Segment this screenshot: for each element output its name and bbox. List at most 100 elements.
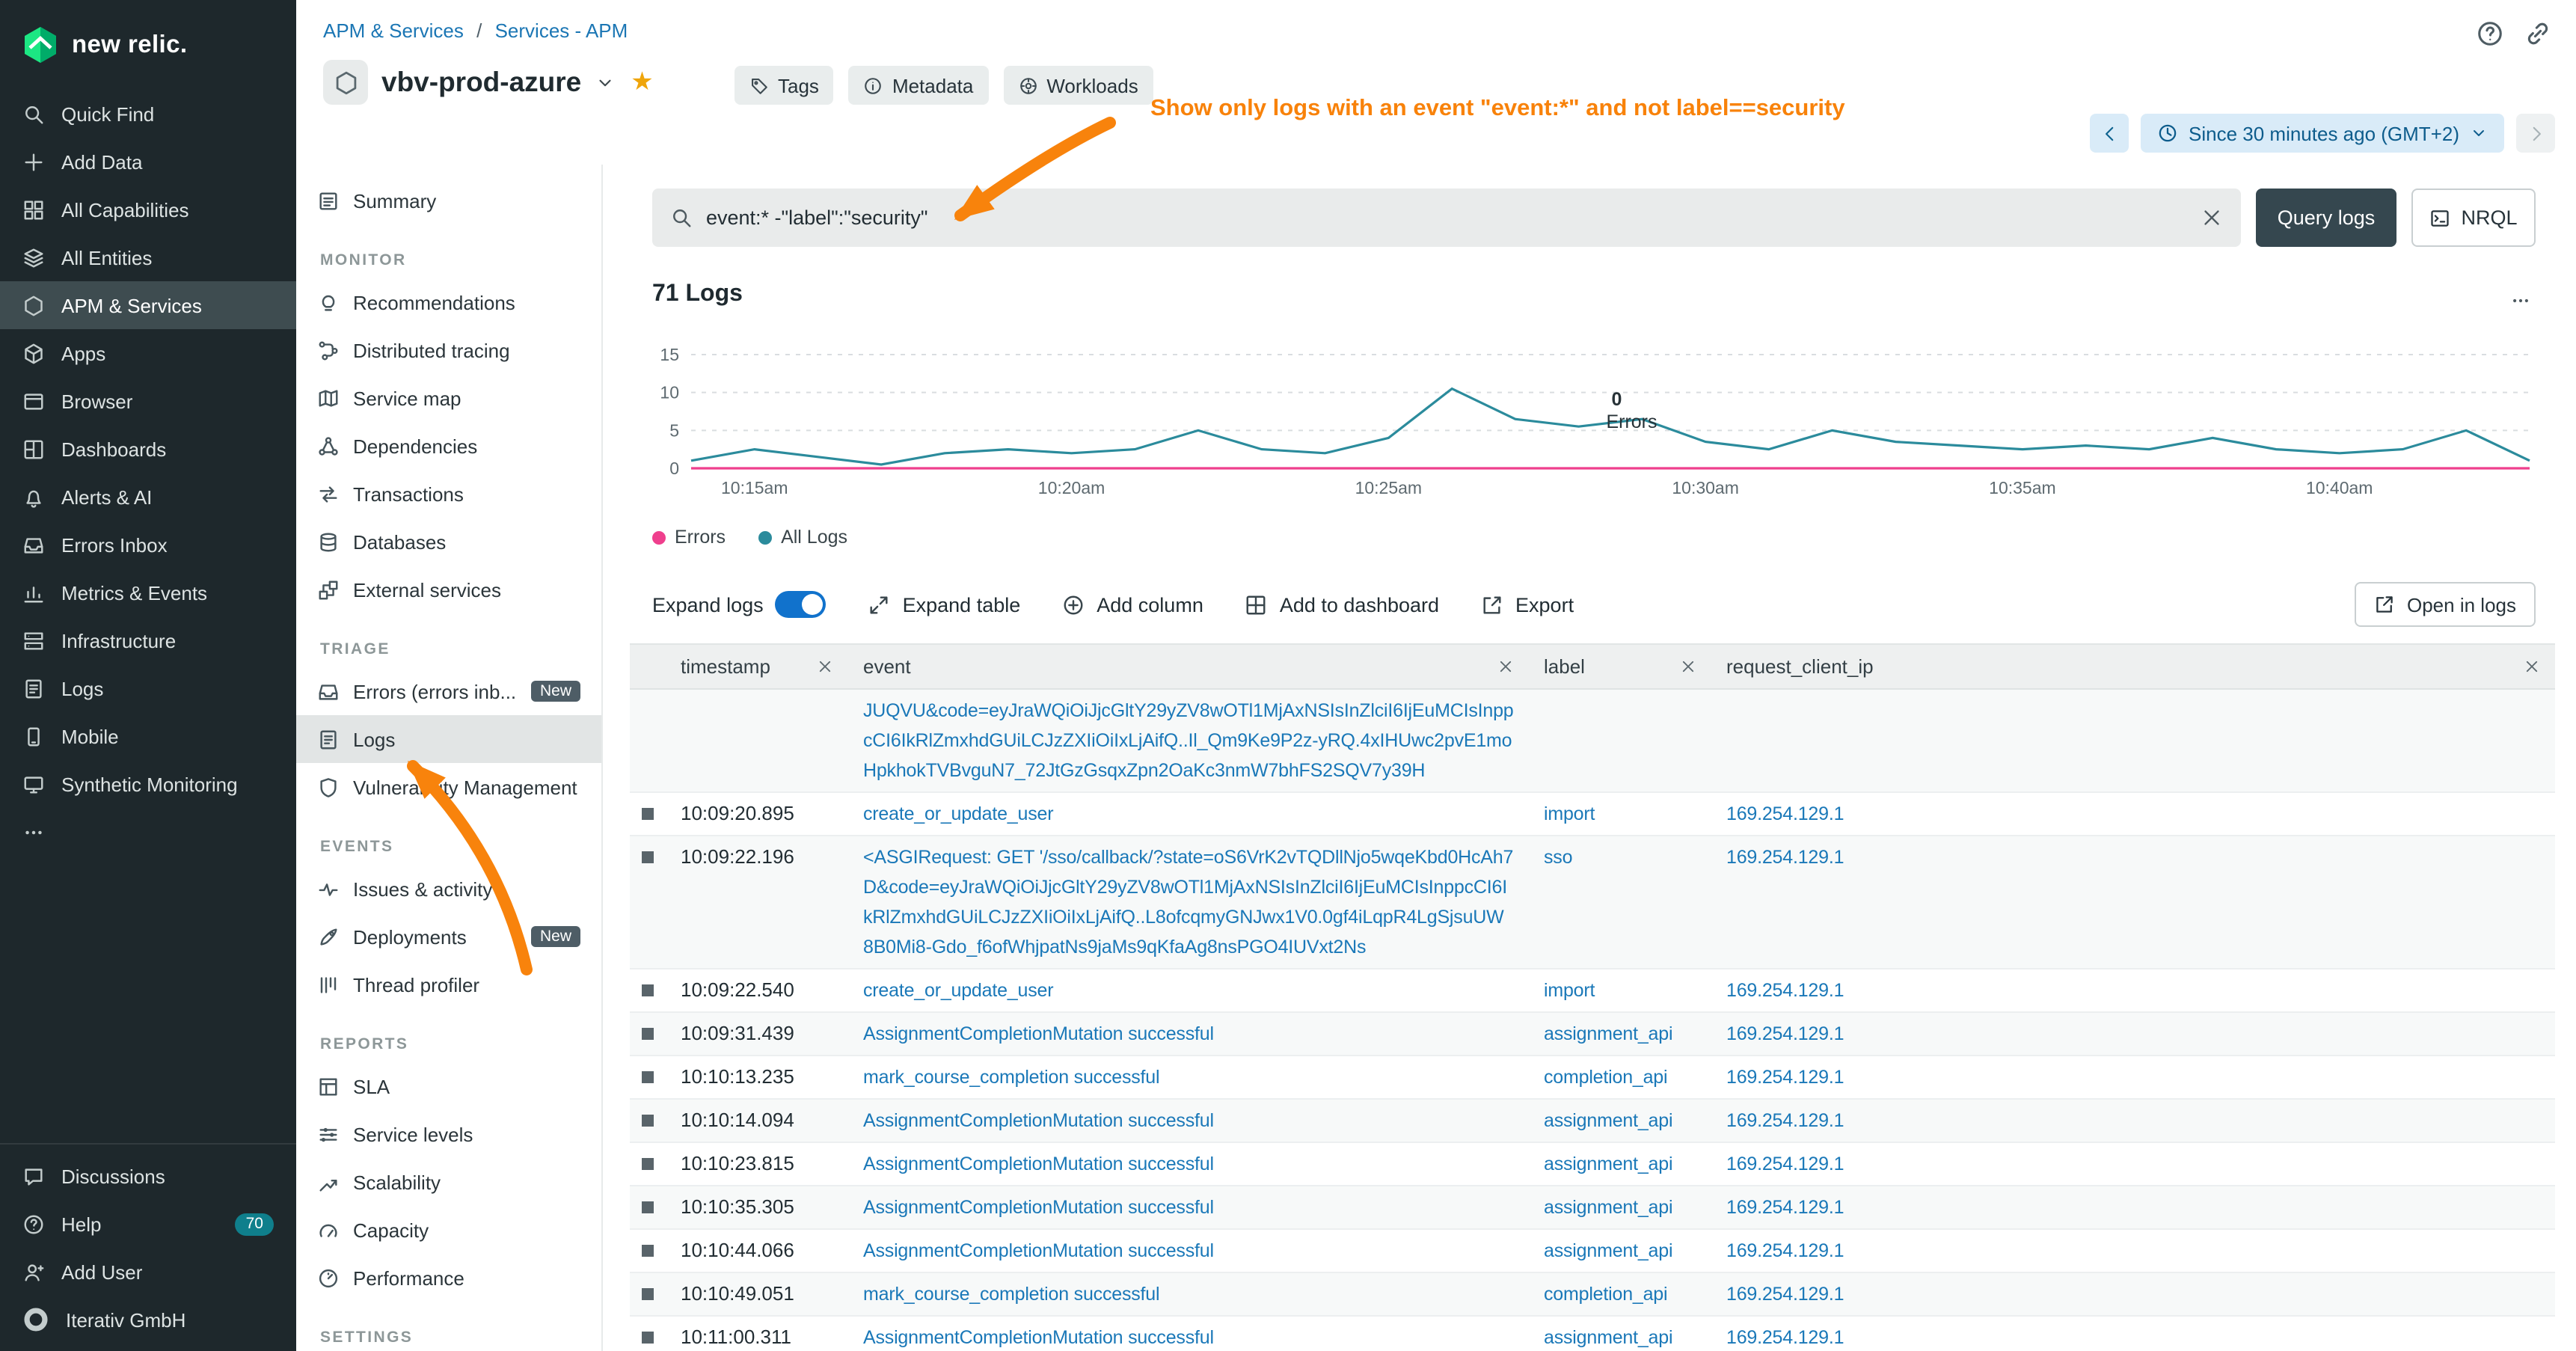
log-row[interactable]: 10:09:22.196<ASGIRequest: GET '/sso/call…	[630, 836, 2555, 969]
add-to-dashboard-button[interactable]: Add to dashboard	[1245, 593, 1439, 616]
permalink-icon[interactable]	[2524, 19, 2552, 48]
remove-column-icon[interactable]	[1497, 658, 1514, 675]
cell-label-link[interactable]: completion_api	[1544, 1067, 1667, 1088]
clear-query-icon[interactable]	[2201, 206, 2223, 229]
sidebar-item-mobile[interactable]: Mobile	[0, 712, 296, 760]
log-query-bar[interactable]	[652, 189, 2241, 247]
expand-logs-toggle[interactable]	[776, 591, 827, 618]
time-forward-button[interactable]	[2516, 114, 2555, 153]
cell-event-link[interactable]: mark_course_completion successful	[863, 1067, 1159, 1088]
subnav-item-performance[interactable]: Performance	[296, 1254, 601, 1302]
sidebar-item-synthetic-monitoring[interactable]: Synthetic Monitoring	[0, 760, 296, 808]
log-level-marker[interactable]	[642, 1245, 654, 1257]
log-level-marker[interactable]	[642, 1201, 654, 1213]
log-level-marker[interactable]	[642, 1028, 654, 1040]
col-header-timestamp[interactable]: timestamp	[666, 645, 848, 688]
log-row[interactable]: 10:10:23.815AssignmentCompletionMutation…	[630, 1143, 2555, 1186]
more-options-icon[interactable]	[2507, 290, 2534, 311]
col-header-request-client-ip[interactable]: request_client_ip	[1711, 645, 2555, 688]
cell-label-link[interactable]: assignment_api	[1544, 1240, 1672, 1261]
log-level-marker[interactable]	[642, 1158, 654, 1170]
sidebar-item-metrics-events[interactable]: Metrics & Events	[0, 569, 296, 616]
log-row[interactable]: 10:10:14.094AssignmentCompletionMutation…	[630, 1100, 2555, 1143]
legend-item-all-logs[interactable]: All Logs	[758, 527, 847, 548]
log-level-marker[interactable]	[642, 1288, 654, 1300]
sidebar-item-browser[interactable]: Browser	[0, 377, 296, 425]
query-logs-button[interactable]: Query logs	[2256, 189, 2396, 247]
cell-request-client-ip-link[interactable]: 169.254.129.1	[1726, 1197, 1844, 1218]
cell-request-client-ip-link[interactable]: 169.254.129.1	[1726, 1067, 1844, 1088]
log-row[interactable]: 10:11:00.311AssignmentCompletionMutation…	[630, 1317, 2555, 1351]
subnav-item-transactions[interactable]: Transactions	[296, 470, 601, 518]
col-header-event[interactable]: event	[848, 645, 1529, 688]
sidebar-item-all-capabilities[interactable]: All Capabilities	[0, 186, 296, 233]
cell-event-link[interactable]: AssignmentCompletionMutation successful	[863, 1327, 1214, 1348]
remove-column-icon[interactable]	[817, 658, 833, 675]
expand-table-button[interactable]: Expand table	[868, 593, 1021, 616]
log-row[interactable]: 10:10:44.066AssignmentCompletionMutation…	[630, 1230, 2555, 1273]
log-level-marker[interactable]	[642, 851, 654, 863]
subnav-item-dependencies[interactable]: Dependencies	[296, 422, 601, 470]
help-circle-icon[interactable]	[2476, 19, 2504, 48]
time-back-button[interactable]	[2090, 114, 2129, 153]
log-row[interactable]: 10:10:35.305AssignmentCompletionMutation…	[630, 1186, 2555, 1230]
cell-label-link[interactable]: completion_api	[1544, 1284, 1667, 1305]
log-row[interactable]: 10:09:20.895create_or_update_userimport1…	[630, 793, 2555, 836]
cell-event-link[interactable]: AssignmentCompletionMutation successful	[863, 1023, 1214, 1044]
cell-request-client-ip-link[interactable]: 169.254.129.1	[1726, 803, 1844, 824]
subnav-item-scalability[interactable]: Scalability	[296, 1158, 601, 1206]
sidebar-item-all-entities[interactable]: All Entities	[0, 233, 296, 281]
sidebar-item-alerts-ai[interactable]: Alerts & AI	[0, 473, 296, 521]
cell-label-link[interactable]: import	[1544, 980, 1595, 1001]
cell-event-link[interactable]: AssignmentCompletionMutation successful	[863, 1240, 1214, 1261]
log-level-marker[interactable]	[642, 1115, 654, 1127]
cell-label-link[interactable]: assignment_api	[1544, 1023, 1672, 1044]
export-button[interactable]: Export	[1481, 593, 1574, 616]
brand[interactable]: new relic.	[0, 0, 296, 90]
cell-label-link[interactable]: assignment_api	[1544, 1110, 1672, 1131]
cell-event-link[interactable]: create_or_update_user	[863, 803, 1053, 824]
cell-event-link[interactable]: AssignmentCompletionMutation successful	[863, 1154, 1214, 1174]
cell-label-link[interactable]: assignment_api	[1544, 1154, 1672, 1174]
sidebar-item-errors-inbox[interactable]: Errors Inbox	[0, 521, 296, 569]
sidebar-item-logs[interactable]: Logs	[0, 664, 296, 712]
subnav-item-issues-activity[interactable]: Issues & activity	[296, 865, 601, 913]
subnav-item-logs[interactable]: Logs	[296, 715, 601, 763]
sidebar-item-apps[interactable]: Apps	[0, 329, 296, 377]
sidebar-item-add-data[interactable]: Add Data	[0, 138, 296, 186]
cell-request-client-ip-link[interactable]: 169.254.129.1	[1726, 1110, 1844, 1131]
log-level-marker[interactable]	[642, 984, 654, 996]
subnav-item-errors-errors-inb[interactable]: Errors (errors inb...New	[296, 667, 601, 715]
cell-event-link[interactable]: <ASGIRequest: GET '/sso/callback/?state=…	[863, 847, 1513, 958]
sidebar-item-iterativ-gmbh[interactable]: Iterativ GmbH	[0, 1296, 296, 1344]
subnav-item-thread-profiler[interactable]: Thread profiler	[296, 961, 601, 1008]
log-level-marker[interactable]	[642, 808, 654, 820]
subnav-item-external-services[interactable]: External services	[296, 566, 601, 613]
cell-label-link[interactable]: assignment_api	[1544, 1197, 1672, 1218]
tags-button[interactable]: Tags	[735, 66, 834, 105]
log-level-marker[interactable]	[642, 1071, 654, 1083]
cell-label-link[interactable]: assignment_api	[1544, 1327, 1672, 1348]
cell-event-link[interactable]: AssignmentCompletionMutation successful	[863, 1197, 1214, 1218]
sidebar-item-more[interactable]	[0, 808, 296, 856]
remove-column-icon[interactable]	[2524, 658, 2540, 675]
log-row[interactable]: 10:10:49.051mark_course_completion succe…	[630, 1273, 2555, 1317]
cell-event-link[interactable]: JUQVU&code=eyJraWQiOiJjcGltY29yZV8wOTl1M…	[863, 700, 1514, 781]
log-row[interactable]: JUQVU&code=eyJraWQiOiJjcGltY29yZV8wOTl1M…	[630, 690, 2555, 793]
favorite-star-icon[interactable]: ★	[631, 67, 654, 97]
cell-request-client-ip-link[interactable]: 169.254.129.1	[1726, 847, 1844, 868]
remove-column-icon[interactable]	[1680, 658, 1696, 675]
add-column-button[interactable]: Add column	[1062, 593, 1203, 616]
sidebar-item-infrastructure[interactable]: Infrastructure	[0, 616, 296, 664]
workloads-button[interactable]: Workloads	[1003, 66, 1153, 105]
sidebar-item-add-user[interactable]: Add User	[0, 1248, 296, 1296]
log-row[interactable]: 10:10:13.235mark_course_completion succe…	[630, 1056, 2555, 1100]
breadcrumb-apm-services[interactable]: APM & Services	[323, 19, 464, 42]
log-row[interactable]: 10:09:31.439AssignmentCompletionMutation…	[630, 1013, 2555, 1056]
sidebar-item-apm-services[interactable]: APM & Services	[0, 281, 296, 329]
subnav-item-summary[interactable]: Summary	[296, 177, 601, 224]
metadata-button[interactable]: Metadata	[849, 66, 988, 105]
entity-switcher-chevron-icon[interactable]	[595, 73, 614, 92]
cell-request-client-ip-link[interactable]: 169.254.129.1	[1726, 980, 1844, 1001]
subnav-item-databases[interactable]: Databases	[296, 518, 601, 566]
